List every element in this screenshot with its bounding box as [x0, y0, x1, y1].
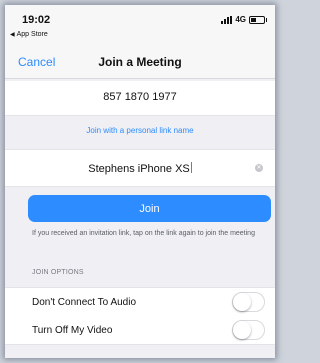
phone-screen: 19:02 ◀ App Store 4G Cancel Join a Meetin… [5, 5, 275, 358]
toggle-knob [233, 321, 251, 339]
audio-toggle[interactable] [232, 292, 265, 312]
navigation-bar: Cancel Join a Meeting [5, 45, 275, 79]
back-to-app-link[interactable]: ◀ App Store [10, 31, 48, 38]
display-name-value: Stephens iPhone XS [88, 163, 190, 175]
back-triangle-icon: ◀ [10, 32, 15, 38]
toggle-knob [233, 293, 251, 311]
signal-bars-icon [221, 15, 233, 24]
clear-input-icon[interactable]: ✕ [255, 164, 263, 172]
status-indicators: 4G [221, 15, 267, 24]
display-name-value-wrap: Stephens iPhone XS [5, 162, 275, 175]
network-type: 4G [235, 15, 246, 24]
text-caret [190, 162, 192, 173]
page-title: Join a Meeting [98, 55, 182, 69]
option-label: Don't Connect To Audio [32, 297, 137, 308]
option-turn-off-video: Turn Off My Video [5, 316, 275, 345]
invitation-hint: If you received an invitation link, tap … [32, 230, 255, 237]
video-toggle[interactable] [232, 320, 265, 340]
status-bar: 19:02 ◀ App Store 4G [5, 5, 275, 45]
display-name-field[interactable]: Stephens iPhone XS ✕ [5, 149, 275, 187]
battery-icon [249, 15, 267, 24]
join-options-header: JOIN OPTIONS [32, 269, 84, 276]
personal-link-button[interactable]: Join with a personal link name [5, 126, 275, 135]
join-button[interactable]: Join [28, 195, 271, 222]
back-app-label: App Store [16, 31, 48, 38]
option-dont-connect-audio: Don't Connect To Audio [5, 287, 275, 317]
meeting-id-value: 857 1870 1977 [103, 91, 177, 103]
option-label: Turn Off My Video [32, 325, 113, 336]
meeting-id-field[interactable]: 857 1870 1977 [5, 81, 275, 116]
status-time: 19:02 [22, 14, 51, 26]
